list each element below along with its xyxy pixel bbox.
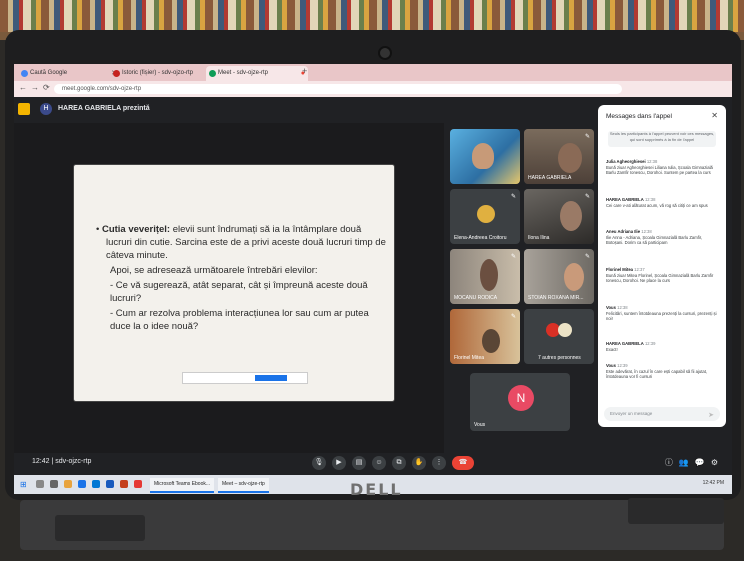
participant-video [480,259,498,291]
camera-icon[interactable]: ▶ [332,456,346,470]
edge-icon[interactable] [78,480,86,488]
nav-buttons[interactable]: ←→⟳ [19,83,54,92]
participant-tile[interactable]: ✎ Elena-Andreea Croitoru [450,189,520,244]
taskbar-app[interactable]: Meet – sdv-ojze-rtp [218,478,269,493]
tab-google[interactable]: Caută Google ✕ [18,66,120,81]
participant-name: Ilona Ilina [528,235,550,241]
slide-question-2: - Cum ar rezolva problema interacțiunea … [110,308,369,332]
slide-bullet: • Cutia veverițel: elevii sunt îndrumați… [96,224,386,261]
more-options-icon[interactable]: ⋮ [432,456,446,470]
participant-name: MOCANU RODICA [454,295,498,301]
mic-off-icon: ✎ [510,194,516,200]
chat-message: HAREA GABRIELA 12:39 Exact! [606,341,656,352]
slide-question-1: - Ce vă sugerează, atât separat, cât și … [110,280,368,304]
windows-start-icon[interactable]: ⊞ [20,480,27,489]
word-icon[interactable] [106,480,114,488]
presentation-slide: • Cutia veverițel: elevii sunt îndrumați… [74,165,394,401]
dell-logo: DELL [350,480,403,499]
url-input[interactable]: meet.google.com/sdv-ojze-rtp [54,84,622,94]
document-icon [113,70,120,77]
chrome-icon[interactable] [134,480,142,488]
participant-video [558,143,582,173]
task-view-icon[interactable] [50,480,58,488]
participant-name: Elena-Andreea Croitoru [454,235,507,241]
send-icon[interactable]: ➤ [708,409,714,423]
stop-sharing-button[interactable] [255,375,287,381]
chat-message: Julia Agheorghiesei 12:38 Bună ziua! Aghe… [606,159,713,175]
participant-tile[interactable]: ✎ Florinel Mitea [450,309,520,364]
chat-message: Vous 12:39 Este adevărat, în cazul în car… [606,363,708,379]
chat-message: Aneu Adriana Ilie 12:38 Ilie Anna - Adria… [606,229,703,245]
new-tab-icon[interactable]: + [302,66,307,76]
mic-off-icon: ✎ [584,254,590,260]
participant-grid: ✎ HAREA GABRIELA ✎ Elena-Andreea Croitor… [444,123,596,453]
raise-hand-icon[interactable]: ✋ [412,456,426,470]
slide-line: Apoi, se adresează următoarele întrebări… [110,265,318,276]
meet-control-bar: 12:42 | sdv-ojzc-rtp 🎙 ▶ ▤ ☺ ⧉ ✋ ⋮ ☎ ⓘ👥💬… [14,453,732,475]
avatar [558,323,572,337]
participant-video [482,329,500,353]
present-icon[interactable]: ⧉ [392,456,406,470]
system-clock[interactable]: 12:42 PM [703,480,724,486]
participant-video [472,143,494,169]
avatar [477,205,495,223]
slide-content: • Cutia veverițel: elevii sunt îndrumați… [94,223,386,335]
close-icon[interactable]: ✕ [711,111,718,120]
browser-tab-bar: Caută Google ✕ Istoric (fișier) - sdv-oj… [14,64,732,81]
file-explorer-icon[interactable] [64,480,72,488]
hang-up-button[interactable]: ☎ [452,456,474,470]
participant-tile[interactable]: ✎ MOCANU RODICA [450,249,520,304]
participant-name: Florinel Mitea [454,355,485,361]
presentation-area: • Cutia veverițel: elevii sunt îndrumați… [14,123,444,453]
self-tile[interactable]: N Vous [470,373,570,431]
participant-name: HAREA GABRIELA [528,175,572,181]
screen-share-banner [182,372,308,384]
chat-message-input[interactable]: Envoyer un message ➤ [604,407,720,421]
participant-tile[interactable] [450,129,520,184]
tab-meet[interactable]: Meet - sdv-ojze-rtp ● [206,66,308,81]
participant-tile[interactable]: ✎ Ilona Ilina [524,189,594,244]
chat-message: HAREA GABRIELA 12:38 Cei care v-ati alătu… [606,197,708,208]
mic-off-icon: ✎ [510,254,516,260]
chat-message: Vous 12:38 Felicitări, suntem întotdeauna… [606,305,717,321]
google-icon [21,70,28,77]
participant-name: STOIAN ROXANA MIR... [528,295,584,301]
avatar: N [508,385,534,411]
chat-title: Messages dans l'appel [606,113,672,120]
webcam [378,46,392,60]
others-count: 7 autres personnes [538,355,581,361]
captions-icon[interactable]: ▤ [352,456,366,470]
meet-icon [209,70,216,77]
participant-tile[interactable]: ✎ STOIAN ROXANA MIR... [524,249,594,304]
participant-tile-others[interactable]: 7 autres personnes [524,309,594,364]
mic-off-icon: ✎ [584,194,590,200]
laptop-screen: Caută Google ✕ Istoric (fișier) - sdv-oj… [14,64,732,494]
powerpoint-icon[interactable] [120,480,128,488]
hinge-left [55,515,145,541]
participant-video [564,263,584,291]
side-panel-icons[interactable]: ⓘ👥💬⚙ [665,457,724,468]
presenter-label: HAREA GABRIELA prezintă [58,105,150,112]
presenting-icon [18,103,30,115]
chat-message: Florinel Mitea 12:37 Bună ziua! Mitea Flo… [606,267,714,283]
avatar: H [40,103,52,115]
tab-history[interactable]: Istoric (fișier) - sdv-ojzo-rtp ✕ [110,66,216,81]
mic-off-icon: ✎ [510,314,516,320]
participant-video [560,201,582,231]
chat-notice: Seuls les participants à l'appel peuvent… [608,131,716,147]
emoji-icon[interactable]: ☺ [372,456,386,470]
taskbar-app[interactable]: Microsoft Teams Ebook... [150,478,215,493]
mail-icon[interactable] [92,480,100,488]
mic-icon[interactable]: 🎙 [312,456,326,470]
participant-tile[interactable]: ✎ HAREA GABRIELA [524,129,594,184]
meeting-info: 12:42 | sdv-ojzc-rtp [32,458,92,465]
hinge-right [628,498,724,524]
mic-off-icon: ✎ [584,134,590,140]
address-bar-row: ←→⟳ meet.google.com/sdv-ojze-rtp [14,81,732,97]
participant-name: Vous [474,422,486,428]
search-icon[interactable] [36,480,44,488]
chat-panel: Messages dans l'appel ✕ Seuls les partic… [598,105,726,427]
